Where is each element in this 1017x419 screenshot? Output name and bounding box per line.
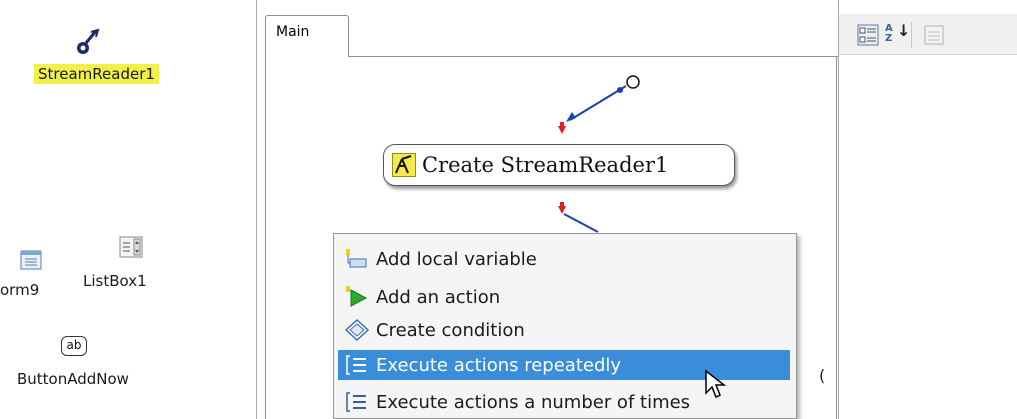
menu-item-create-condition[interactable]: Create condition <box>338 315 790 345</box>
create-streamreader-node[interactable]: Create StreamReader1 <box>383 144 735 186</box>
button-label[interactable]: ButtonAddNow <box>17 370 129 388</box>
tab-main[interactable]: Main <box>265 15 349 57</box>
stream-reader-label[interactable]: StreamReader1 <box>34 64 159 84</box>
alphabetical-sort-icon[interactable]: AZ ↓ <box>885 23 910 46</box>
tab-strip: Main <box>257 0 839 57</box>
properties-toolbar: AZ ↓ <box>839 14 1017 55</box>
stray-text: ( <box>819 366 826 385</box>
component-tray: StreamReader1 orm9 ListBox1 ab ButtonAdd… <box>0 0 256 419</box>
properties-pane: AZ ↓ <box>838 0 1017 419</box>
mouse-cursor-icon <box>705 369 727 399</box>
loop-count-icon <box>344 389 370 415</box>
menu-item-label: Add an action <box>376 286 501 308</box>
property-pages-icon[interactable] <box>923 24 945 46</box>
menu-item-label: Execute actions repeatedly <box>376 354 622 376</box>
menu-item-label: Create condition <box>376 319 525 341</box>
form-label[interactable]: orm9 <box>0 281 39 299</box>
add-variable-icon <box>344 246 370 272</box>
constructor-icon <box>392 153 416 177</box>
condition-diamond-icon <box>344 317 370 343</box>
menu-item-label: Execute actions a number of times <box>376 391 691 413</box>
listbox-label[interactable]: ListBox1 <box>83 272 147 290</box>
form-icon[interactable] <box>20 250 42 270</box>
menu-item-add-local-variable[interactable]: Add local variable <box>338 244 790 274</box>
node-label: Create StreamReader1 <box>422 153 669 177</box>
categorized-icon[interactable] <box>857 24 879 46</box>
menu-item-label: Add local variable <box>376 248 537 270</box>
toolbar-separator <box>911 22 912 48</box>
menu-item-add-an-action[interactable]: Add an action <box>338 282 790 312</box>
loop-icon <box>344 352 370 378</box>
listbox-icon[interactable] <box>119 236 143 258</box>
add-action-icon <box>344 284 370 310</box>
button-ab-icon[interactable]: ab <box>61 336 87 356</box>
stream-reader-icon[interactable] <box>74 28 100 58</box>
